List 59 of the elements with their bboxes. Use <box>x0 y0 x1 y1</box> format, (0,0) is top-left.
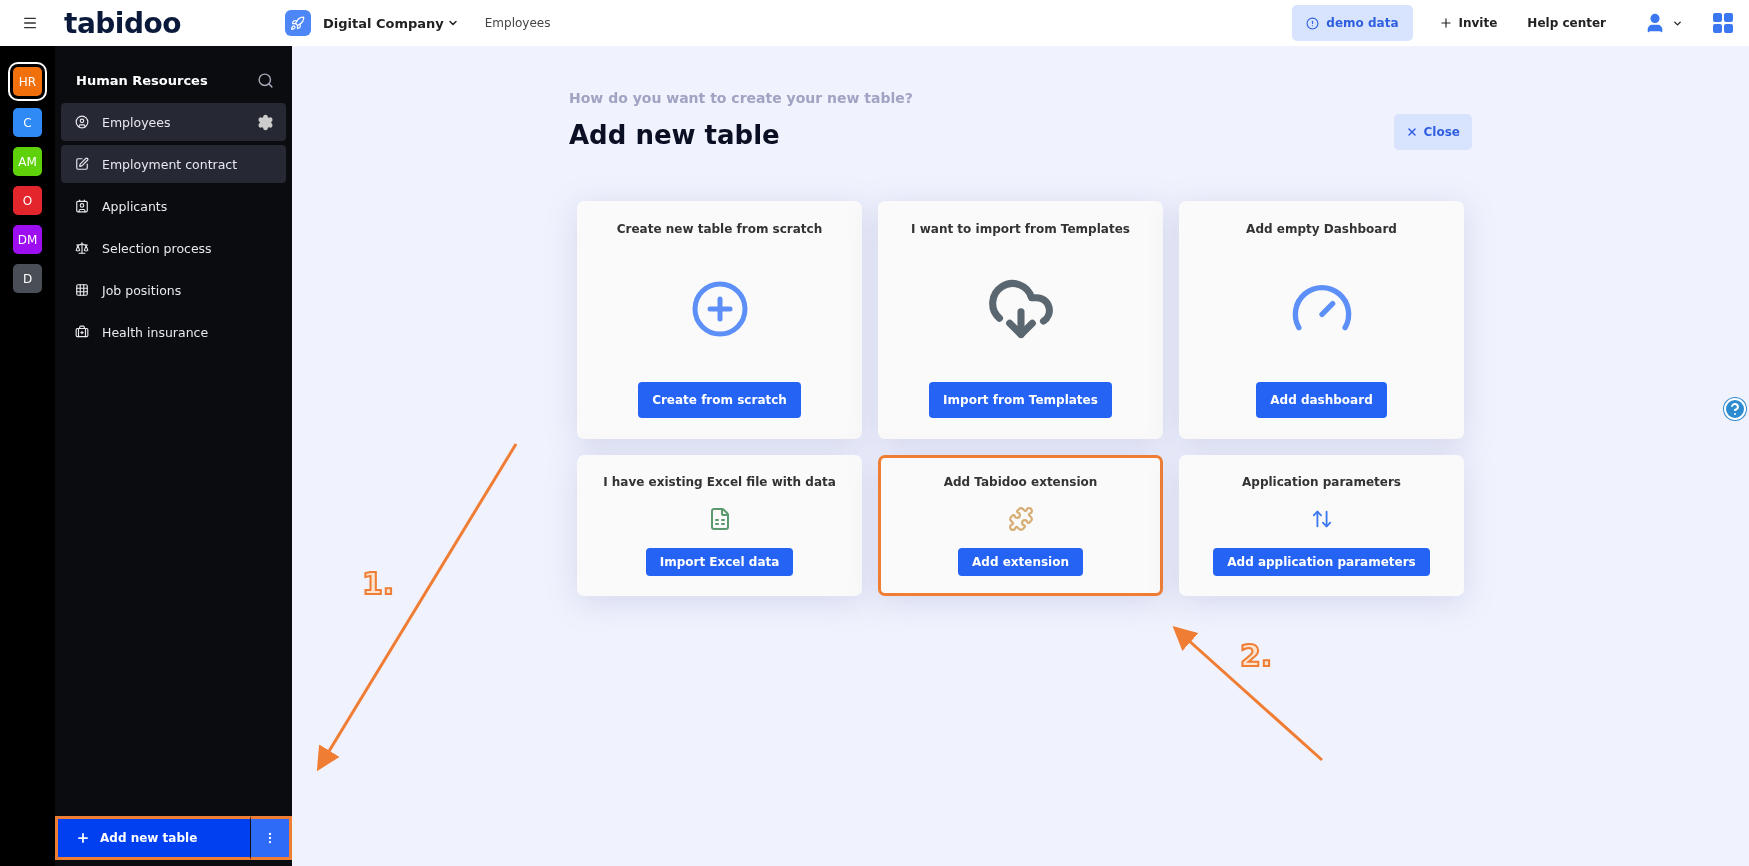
card-title: I have existing Excel file with data <box>603 475 836 489</box>
app-avatar[interactable]: C <box>13 108 42 137</box>
plus-icon <box>76 831 90 845</box>
logo: tabidoo <box>64 6 181 40</box>
sidebar-item[interactable]: Selection process <box>61 229 286 267</box>
puzzle-icon <box>1007 505 1034 532</box>
card-title: Application parameters <box>1242 475 1401 489</box>
edit-square-icon <box>75 157 89 171</box>
card-action-button[interactable]: Import from Templates <box>929 382 1112 418</box>
user-circle-icon <box>75 115 89 129</box>
more-options-button[interactable] <box>250 816 292 860</box>
item-label: Employment contract <box>102 156 239 172</box>
card-title: Add empty Dashboard <box>1246 222 1397 236</box>
card-action-button[interactable]: Add dashboard <box>1256 382 1387 418</box>
app-avatar[interactable]: D <box>13 264 42 293</box>
contact-card-icon <box>75 199 89 213</box>
help-center-link[interactable]: Help center <box>1523 12 1610 34</box>
close-button[interactable]: Close <box>1393 114 1472 150</box>
sidebar-item[interactable]: Employees <box>61 103 286 141</box>
item-label: Job positions <box>102 282 183 298</box>
subtitle: How do you want to create your new table? <box>569 90 914 106</box>
annotation-number: 1. <box>362 566 395 601</box>
card-action-button[interactable]: Create from scratch <box>638 382 801 418</box>
grid-icon <box>75 283 89 297</box>
sidebar-item[interactable]: Employment contract <box>61 145 286 183</box>
apps-grid-icon[interactable] <box>1711 11 1735 35</box>
app-avatar[interactable]: O <box>13 186 42 215</box>
item-label: Health insurance <box>102 324 210 340</box>
menu-icon[interactable] <box>22 15 38 31</box>
item-label: Employees <box>102 114 172 130</box>
page-title: Add new table <box>569 120 780 150</box>
breadcrumb-link[interactable]: Employees <box>484 16 551 30</box>
item-label: Applicants <box>102 198 169 214</box>
plus-icon <box>1438 16 1453 30</box>
medical-case-icon <box>75 325 89 339</box>
invite-button[interactable]: Invite <box>1434 12 1502 34</box>
app-avatar[interactable]: DM <box>13 225 42 254</box>
item-label: Selection process <box>102 240 213 256</box>
demo-data-button[interactable]: demo data <box>1292 5 1413 41</box>
scale-icon <box>75 241 89 255</box>
add-new-table-button[interactable]: Add new table <box>55 816 250 860</box>
card-action-button[interactable]: Add extension <box>958 548 1083 576</box>
sidebar-item[interactable]: Health insurance <box>61 313 286 351</box>
close-icon <box>1405 126 1418 138</box>
alert-circle-icon <box>1306 16 1320 30</box>
sidebar-item[interactable]: Job positions <box>61 271 286 309</box>
card-action-button[interactable]: Add application parameters <box>1213 548 1430 576</box>
card-title: Add Tabidoo extension <box>943 475 1098 489</box>
help-icon[interactable] <box>1723 397 1747 421</box>
workspace-dropdown[interactable]: Digital Company <box>318 11 463 35</box>
sidebar-item[interactable]: Applicants <box>61 187 286 225</box>
card-title: Create new table from scratch <box>616 222 823 236</box>
rocket-icon <box>284 10 311 36</box>
sidebar-title: Human Resources <box>76 73 208 88</box>
card-title: I want to import from Templates <box>911 222 1130 236</box>
search-icon[interactable] <box>257 72 274 89</box>
settings-icon[interactable] <box>257 113 274 131</box>
annotation-number: 2. <box>1240 638 1273 673</box>
card-action-button[interactable]: Import Excel data <box>645 548 794 576</box>
